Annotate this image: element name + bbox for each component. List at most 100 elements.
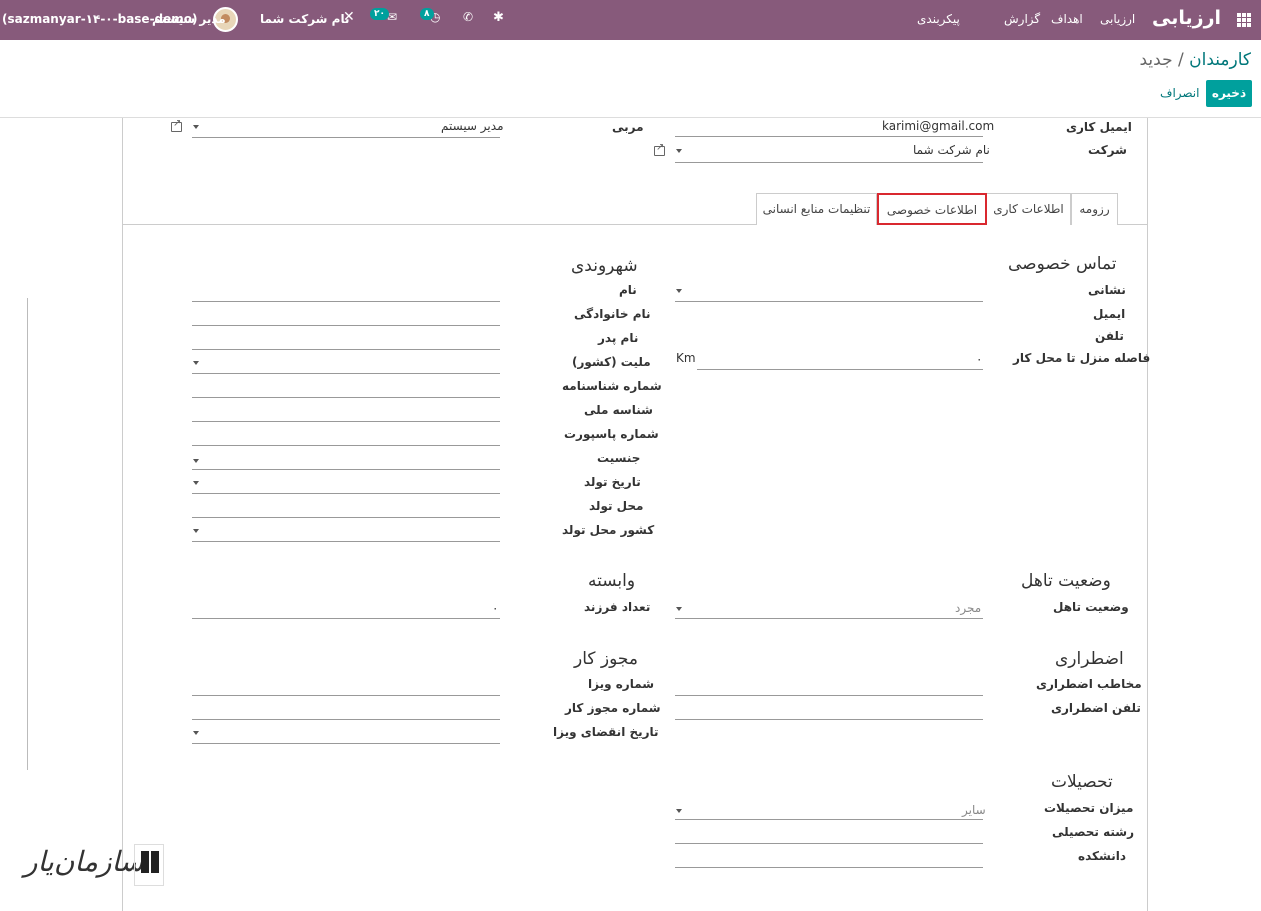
passport-input[interactable] <box>192 445 500 446</box>
breadcrumb-separator: / <box>1178 50 1184 70</box>
marital-label: وضعیت تاهل <box>1053 600 1129 614</box>
km-home-work-input[interactable]: ۰ <box>976 352 982 366</box>
study-field-input[interactable] <box>675 843 983 844</box>
apps-grid-icon[interactable] <box>1237 13 1251 27</box>
coach-underline <box>192 137 500 138</box>
visa-no-label: شماره ویزا <box>588 677 655 691</box>
children-underline <box>192 618 500 619</box>
address-input[interactable] <box>675 301 983 302</box>
menu-goals[interactable]: اهداف <box>1051 12 1083 26</box>
form-sheet <box>122 118 1148 911</box>
company-dropdown-caret-icon[interactable] <box>676 149 682 153</box>
menu-configuration[interactable]: پیکربندی <box>917 12 960 26</box>
breadcrumb-current: جدید <box>1139 50 1173 70</box>
national-id-input[interactable] <box>192 421 500 422</box>
watermark-logo-text: سازمان‌یار <box>24 845 144 878</box>
last-name-input[interactable] <box>192 325 500 326</box>
first-name-input[interactable] <box>192 301 500 302</box>
permit-no-input[interactable] <box>192 719 500 720</box>
emergency-phone-label: تلفن اضطراری <box>1051 701 1141 715</box>
emergency-contact-label: مخاطب اضطراری <box>1036 677 1142 691</box>
message-count-badge: ۲۰ <box>370 8 389 20</box>
work-email-input[interactable]: karimi@gmail.com <box>882 119 994 133</box>
birth-country-select[interactable] <box>192 541 500 542</box>
gender-dropdown-caret-icon[interactable] <box>193 459 199 463</box>
coach-dropdown-caret-icon[interactable] <box>193 125 199 129</box>
breadcrumb: کارمندان / جدید <box>1140 50 1252 70</box>
right-margin <box>1148 118 1261 911</box>
birthday-input[interactable] <box>192 493 500 494</box>
save-button[interactable]: ذخیره <box>1206 80 1252 107</box>
national-id-label: شناسه ملی <box>584 403 653 417</box>
app-brand[interactable]: ارزیابی <box>1152 7 1221 29</box>
marital-select[interactable]: مجرد <box>955 601 981 615</box>
children-label: تعداد فرزند <box>584 600 651 614</box>
marital-dropdown-caret-icon[interactable] <box>676 607 682 611</box>
menu-appraisal[interactable]: ارزیابی <box>1100 12 1135 26</box>
emergency-contact-input[interactable] <box>675 695 983 696</box>
emergency-phone-input[interactable] <box>675 719 983 720</box>
marital-title: وضعیت تاهل <box>1021 571 1111 591</box>
visa-expire-input[interactable] <box>192 743 500 744</box>
tab-private-information[interactable]: اطلاعات خصوصی <box>877 193 987 225</box>
birthplace-input[interactable] <box>192 517 500 518</box>
birthday-label: تاریخ تولد <box>584 475 641 489</box>
study-field-label: رشته تحصیلی <box>1052 825 1134 839</box>
marital-underline <box>675 618 983 619</box>
private-phone-label: تلفن <box>1095 329 1124 343</box>
birth-certificate-label: شماره شناسنامه <box>562 379 662 393</box>
top-navbar: ارزیابی ارزیابی اهداف گزارش پیکربندی ✱ ✆… <box>0 0 1261 40</box>
phone-icon[interactable]: ✆ <box>463 10 473 24</box>
education-level-select[interactable]: سایر <box>962 803 986 817</box>
birth-country-dropdown-caret-icon[interactable] <box>193 529 199 533</box>
father-name-label: نام پدر <box>598 331 639 345</box>
permit-no-label: شماره مجوز کار <box>565 701 661 715</box>
breadcrumb-employees[interactable]: کارمندان <box>1189 50 1251 70</box>
tab-resume[interactable]: رزومه <box>1071 193 1118 225</box>
birthday-dropdown-caret-icon[interactable] <box>193 481 199 485</box>
address-dropdown-caret-icon[interactable] <box>676 289 682 293</box>
visa-expire-dropdown-caret-icon[interactable] <box>193 731 199 735</box>
citizenship-title: شهروندی <box>571 256 638 276</box>
education-title: تحصیلات <box>1051 772 1113 792</box>
left-margin <box>0 118 122 911</box>
gender-select[interactable] <box>192 469 500 470</box>
debug-bug-icon[interactable]: ✱ <box>493 10 504 25</box>
company-underline <box>675 162 983 163</box>
emergency-title: اضطراری <box>1055 649 1124 669</box>
address-label: نشانی <box>1088 283 1126 297</box>
work-email-underline <box>675 136 983 137</box>
company-switcher[interactable]: نام شرکت شما <box>260 12 349 26</box>
km-home-work-label: فاصله منزل تا محل کار <box>1013 351 1151 365</box>
nationality-dropdown-caret-icon[interactable] <box>193 361 199 365</box>
company-select[interactable]: نام شرکت شما <box>913 143 990 157</box>
father-name-input[interactable] <box>192 349 500 350</box>
birth-certificate-input[interactable] <box>192 397 500 398</box>
visa-no-input[interactable] <box>192 695 500 696</box>
company-external-link-icon[interactable] <box>654 142 665 156</box>
coach-label: مربی <box>612 120 644 134</box>
menu-reports[interactable]: گزارش <box>1004 12 1040 26</box>
first-name-label: نام <box>619 283 637 297</box>
gender-label: جنسیت <box>597 451 641 465</box>
passport-label: شماره پاسپورت <box>564 427 659 441</box>
coach-select[interactable]: مدیر سیستم <box>441 119 504 133</box>
private-contact-title: تماس خصوصی <box>1008 254 1117 274</box>
tab-work-information[interactable]: اطلاعات کاری <box>986 193 1071 225</box>
children-input[interactable]: ۰ <box>492 601 498 615</box>
education-level-label: میزان تحصیلات <box>1044 801 1134 815</box>
private-email-label: ایمیل <box>1093 307 1126 321</box>
database-name: (sazmanyar-۱۴-۰-base-demo) <box>2 12 198 26</box>
education-level-dropdown-caret-icon[interactable] <box>676 809 682 813</box>
coach-external-link-icon[interactable] <box>171 118 182 132</box>
watermark-logo-icon <box>134 844 164 886</box>
study-school-label: دانشکده <box>1078 849 1126 863</box>
discard-button[interactable]: انصراف <box>1160 86 1199 100</box>
nationality-select[interactable] <box>192 373 500 374</box>
left-divider <box>27 298 28 770</box>
tab-hr-settings[interactable]: تنظیمات منابع انسانی <box>756 193 877 225</box>
work-permit-title: مجوز کار <box>574 649 638 669</box>
study-school-input[interactable] <box>675 867 983 868</box>
birthplace-label: محل تولد <box>589 499 644 513</box>
work-email-label: ایمیل کاری <box>1066 120 1132 134</box>
